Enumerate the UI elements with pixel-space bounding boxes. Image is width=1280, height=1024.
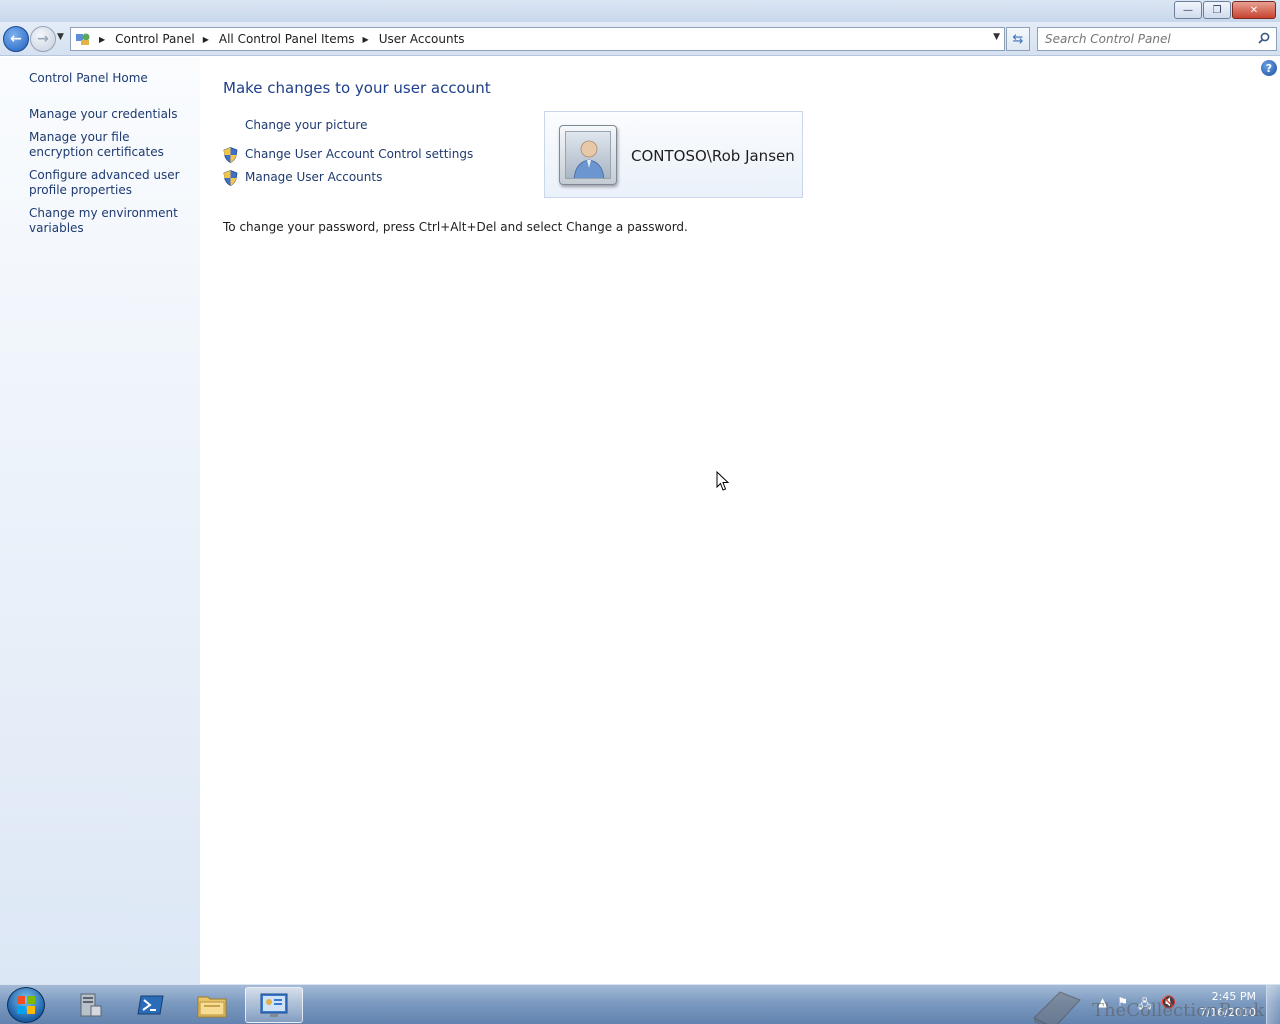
breadcrumb-chevron-icon[interactable]: ▶: [203, 35, 209, 44]
page-title: Make changes to your user account: [223, 79, 491, 97]
user-name: CONTOSO\Rob Jansen: [631, 147, 795, 165]
title-bar: — ❐ ✕: [0, 0, 1280, 22]
breadcrumb-chevron-icon[interactable]: ▶: [99, 35, 105, 44]
mouse-cursor-icon: [716, 470, 730, 495]
user-account-tile: CONTOSO\Rob Jansen: [544, 111, 803, 198]
change-picture-link[interactable]: Change your picture: [245, 118, 367, 132]
server-manager-icon: [80, 993, 102, 1017]
help-icon[interactable]: ?: [1261, 60, 1277, 76]
watermark-text: TheCollectionBook: [1092, 999, 1265, 1021]
avatar: [559, 125, 617, 185]
search-icon[interactable]: [1258, 32, 1270, 47]
show-desktop-button[interactable]: [1266, 985, 1280, 1024]
control-panel-home-link[interactable]: Control Panel Home: [29, 71, 194, 86]
uac-shield-icon: [223, 147, 238, 163]
address-dropdown-icon[interactable]: ▼: [993, 32, 1000, 42]
book-icon: [1033, 991, 1081, 1024]
taskbar-server-manager[interactable]: [61, 987, 119, 1023]
uac-shield-icon: [223, 170, 238, 186]
window-controls: — ❐ ✕: [1173, 1, 1276, 19]
control-panel-icon: [260, 993, 288, 1017]
taskbar-powershell[interactable]: [122, 987, 180, 1023]
minimize-button[interactable]: —: [1174, 1, 1202, 19]
navigation-bar: ← → ▼ ▶ Control Panel ▶ All Control Pane…: [0, 22, 1280, 56]
back-button[interactable]: ←: [3, 26, 29, 52]
breadcrumb-all-items[interactable]: All Control Panel Items: [219, 32, 355, 46]
refresh-icon: ⇆: [1012, 31, 1024, 47]
environment-variables-link[interactable]: Change my environment variables: [29, 206, 194, 236]
powershell-icon: [137, 995, 164, 1015]
search-input[interactable]: [1038, 28, 1248, 50]
taskbar-control-panel[interactable]: [245, 987, 303, 1023]
search-box[interactable]: [1037, 27, 1277, 51]
user-picture-icon: [565, 131, 611, 179]
password-note: To change your password, press Ctrl+Alt+…: [223, 220, 688, 234]
forward-button[interactable]: →: [30, 26, 56, 52]
maximize-button[interactable]: ❐: [1203, 1, 1231, 19]
breadcrumb-control-panel[interactable]: Control Panel: [115, 32, 195, 46]
advanced-profile-properties-link[interactable]: Configure advanced user profile properti…: [29, 168, 194, 198]
change-uac-settings-link[interactable]: Change User Account Control settings: [245, 147, 473, 161]
main-content: ? Make changes to your user account Chan…: [200, 57, 1280, 984]
manage-encryption-certificates-link[interactable]: Manage your file encryption certificates: [29, 130, 194, 160]
control-panel-icon: [75, 31, 91, 47]
windows-logo-icon: [17, 996, 35, 1014]
refresh-button[interactable]: ⇆: [1006, 27, 1030, 51]
manage-user-accounts-link[interactable]: Manage User Accounts: [245, 170, 382, 184]
breadcrumb-user-accounts[interactable]: User Accounts: [379, 32, 465, 46]
taskbar-explorer[interactable]: [183, 987, 241, 1023]
recent-pages-dropdown-icon[interactable]: ▼: [57, 32, 64, 42]
close-button[interactable]: ✕: [1232, 1, 1276, 19]
left-task-pane: Control Panel Home Manage your credentia…: [0, 57, 200, 984]
address-bar[interactable]: ▶ Control Panel ▶ All Control Panel Item…: [70, 27, 1005, 51]
manage-credentials-link[interactable]: Manage your credentials: [29, 107, 194, 122]
folder-icon: [197, 996, 227, 1018]
start-button[interactable]: [7, 987, 45, 1023]
watermark: TheCollectionBook: [1030, 988, 1264, 1024]
breadcrumb-chevron-icon[interactable]: ▶: [363, 35, 369, 44]
